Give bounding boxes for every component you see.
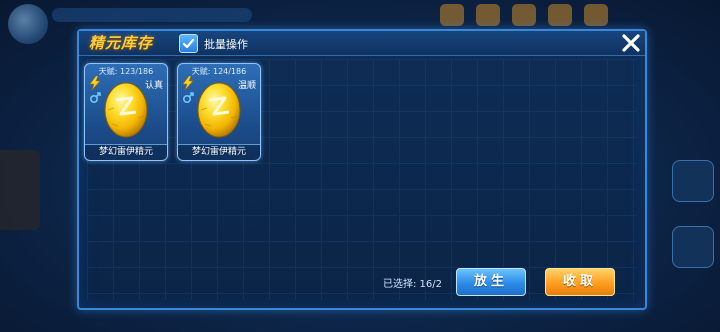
- batch-operation-label: 批量操作: [204, 38, 248, 51]
- dialog-header: 精元库存 批量操作: [79, 31, 645, 56]
- top-menu-icons: [440, 4, 608, 26]
- panel-grid-pattern: [87, 59, 637, 300]
- male-gender-icon: [89, 92, 101, 104]
- golden-egg-icon: [197, 82, 241, 138]
- share-side-button: [672, 160, 714, 202]
- close-icon: [622, 34, 640, 52]
- release-button[interactable]: 放生: [456, 268, 526, 296]
- collect-button[interactable]: 收取: [545, 268, 615, 296]
- lightning-icon: [89, 76, 101, 90]
- batch-operation-checkbox[interactable]: [179, 34, 198, 53]
- essence-name: 梦幻雷伊精元: [85, 144, 167, 160]
- selected-count: 已选择: 16/2: [383, 279, 443, 290]
- check-icon: [182, 38, 195, 49]
- essence-name: 梦幻雷伊精元: [178, 144, 260, 160]
- essence-inventory-dialog: 精元库存 批量操作 天赋: 123/186 认真 梦幻雷伊精元 天赋: 124/…: [77, 29, 647, 310]
- lightning-icon: [182, 76, 194, 90]
- essence-card[interactable]: 天赋: 124/186 温顺 梦幻雷伊精元: [177, 63, 261, 161]
- left-side-element: [0, 150, 40, 230]
- dialog-title: 精元库存: [89, 34, 154, 52]
- close-button[interactable]: [619, 31, 643, 55]
- golden-egg-icon: [104, 82, 148, 138]
- essence-card[interactable]: 天赋: 123/186 认真 梦幻雷伊精元: [84, 63, 168, 161]
- player-info-bar: [52, 8, 252, 22]
- male-gender-icon: [182, 92, 194, 104]
- player-avatar: [8, 4, 48, 44]
- exit-side-button: [672, 226, 714, 268]
